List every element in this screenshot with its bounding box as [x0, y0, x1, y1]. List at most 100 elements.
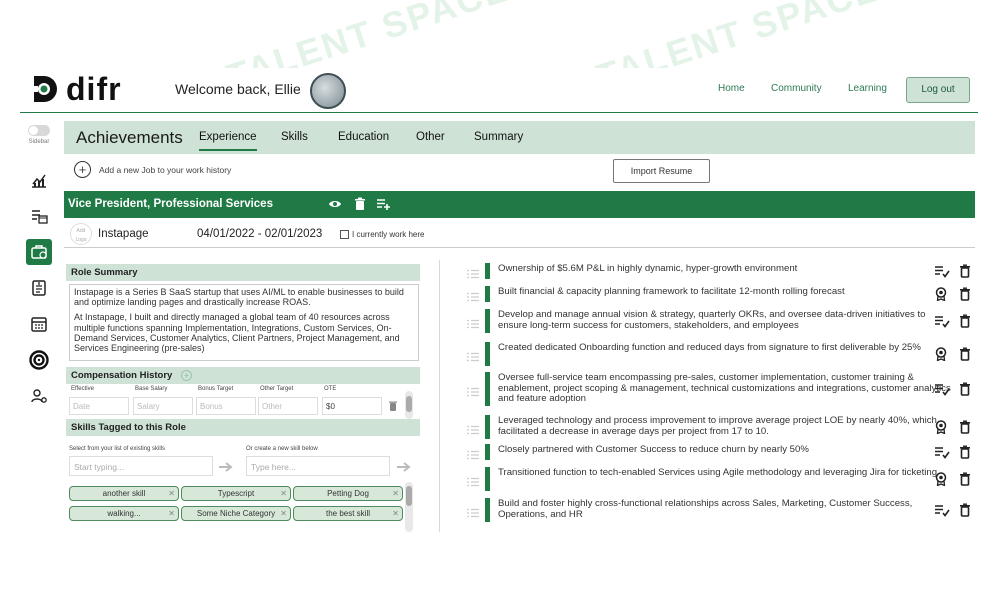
achievement-text[interactable]: Build and foster highly cross-functional…: [498, 498, 951, 520]
job-dates[interactable]: 04/01/2022 - 02/01/2023: [197, 228, 322, 240]
effective-date-input[interactable]: Date: [69, 397, 129, 415]
other-target-input[interactable]: Other: [258, 397, 318, 415]
award-icon[interactable]: [934, 420, 950, 435]
list-calendar-icon[interactable]: [26, 203, 52, 229]
trash-icon[interactable]: [388, 399, 398, 411]
trash-icon[interactable]: [959, 420, 971, 434]
award-icon[interactable]: [934, 287, 950, 302]
add-compensation-icon[interactable]: +: [181, 369, 192, 381]
close-icon[interactable]: ✕: [392, 507, 399, 520]
nav-community[interactable]: Community: [771, 83, 822, 94]
drag-handle-icon[interactable]: [467, 447, 479, 460]
logo[interactable]: difr: [30, 71, 122, 107]
column-divider: [439, 260, 440, 532]
add-icon[interactable]: +: [74, 161, 91, 178]
tab-education[interactable]: Education: [338, 131, 389, 143]
role-summary-textarea[interactable]: Instapage is a Series B SaaS startup tha…: [69, 284, 419, 361]
skill-chip[interactable]: another skill ✕: [69, 486, 179, 501]
skill-search-input[interactable]: Start typing...: [69, 456, 213, 476]
briefcase-icon[interactable]: [26, 239, 52, 265]
trash-icon[interactable]: [353, 197, 367, 211]
ote-label: OTE: [324, 386, 337, 392]
resume-icon[interactable]: [26, 275, 52, 301]
checkbox[interactable]: [340, 230, 349, 239]
skill-chip-label: Some Niche Category: [196, 509, 276, 518]
base-salary-input[interactable]: Salary: [133, 397, 193, 415]
checklist-icon[interactable]: [934, 445, 950, 459]
achievement-text[interactable]: Ownership of $5.6M P&L in highly dynamic…: [498, 263, 951, 275]
achievement-text[interactable]: Created dedicated Onboarding function an…: [498, 342, 951, 354]
tab-summary[interactable]: Summary: [474, 131, 523, 143]
tab-other[interactable]: Other: [416, 131, 445, 143]
drag-handle-icon[interactable]: [467, 422, 479, 435]
nav-home[interactable]: Home: [718, 83, 745, 94]
avatar[interactable]: [310, 73, 346, 109]
award-icon[interactable]: [934, 347, 950, 362]
skill-chip[interactable]: Some Niche Category ✕: [181, 506, 291, 521]
submit-arrow-icon[interactable]: [396, 460, 412, 472]
top-nav: difr Welcome back, Ellie Home Community …: [20, 68, 978, 113]
checklist-icon[interactable]: [934, 264, 950, 278]
current-job-checkbox[interactable]: I currently work here: [340, 230, 424, 239]
skill-chip[interactable]: Petting Dog ✕: [293, 486, 403, 501]
skill-chip-label: Typescript: [217, 489, 255, 498]
logout-button[interactable]: Log out: [906, 77, 970, 103]
skill-chip[interactable]: Typescript ✕: [181, 486, 291, 501]
drag-handle-icon[interactable]: [467, 349, 479, 362]
drag-handle-icon[interactable]: [467, 505, 479, 518]
close-icon[interactable]: ✕: [392, 487, 399, 500]
skill-chip[interactable]: walking... ✕: [69, 506, 179, 521]
trash-icon[interactable]: [959, 472, 971, 486]
drag-handle-icon[interactable]: [467, 289, 479, 302]
close-icon[interactable]: ✕: [168, 507, 175, 520]
compensation-scrollbar[interactable]: [405, 391, 413, 419]
drag-handle-icon[interactable]: [467, 316, 479, 329]
close-icon[interactable]: ✕: [168, 487, 175, 500]
drag-handle-icon[interactable]: [467, 474, 479, 487]
user-settings-icon[interactable]: [26, 383, 52, 409]
add-logo-button[interactable]: Add Logo: [70, 223, 92, 245]
trash-icon[interactable]: [959, 347, 971, 361]
achievement-text[interactable]: Oversee full-service team encompassing p…: [498, 372, 951, 405]
skills-scrollbar[interactable]: [405, 482, 413, 532]
achievement-text[interactable]: Closely partnered with Customer Success …: [498, 444, 951, 456]
job-header: Vice President, Professional Services: [64, 191, 975, 218]
new-skill-input[interactable]: Type here...: [246, 456, 390, 476]
skill-chip[interactable]: the best skill ✕: [293, 506, 403, 521]
trash-icon[interactable]: [959, 264, 971, 278]
award-icon[interactable]: [934, 472, 950, 487]
trash-icon[interactable]: [959, 287, 971, 301]
company-name[interactable]: Instapage: [98, 228, 149, 240]
drag-handle-icon[interactable]: [467, 384, 479, 397]
drag-handle-icon[interactable]: [467, 266, 479, 279]
checklist-icon[interactable]: [934, 503, 950, 517]
submit-arrow-icon[interactable]: [218, 460, 234, 472]
tab-experience[interactable]: Experience: [199, 131, 257, 151]
trash-icon[interactable]: [959, 503, 971, 517]
checklist-icon[interactable]: [934, 314, 950, 328]
target-icon[interactable]: [26, 347, 52, 373]
nav-learning[interactable]: Learning: [848, 83, 887, 94]
add-job-row[interactable]: + Add a new Job to your work history: [74, 161, 231, 178]
chart-icon[interactable]: [26, 167, 52, 193]
achievement-text[interactable]: Leveraged technology and process improve…: [498, 415, 951, 437]
sidebar-toggle[interactable]: [28, 125, 50, 136]
eye-icon[interactable]: [328, 197, 342, 211]
calendar-icon[interactable]: [26, 311, 52, 337]
add-job-text: Add a new Job to your work history: [99, 164, 232, 175]
close-icon[interactable]: ✕: [280, 507, 287, 520]
achievement-text[interactable]: Develop and manage annual vision & strat…: [498, 309, 951, 331]
checklist-icon[interactable]: [934, 382, 950, 396]
bonus-target-input[interactable]: Bonus: [196, 397, 256, 415]
achievement-text[interactable]: Transitioned function to tech-enabled Se…: [498, 467, 951, 479]
achievement-text[interactable]: Built financial & capacity planning fram…: [498, 286, 951, 298]
import-resume-button[interactable]: Import Resume: [613, 159, 710, 183]
trash-icon[interactable]: [959, 445, 971, 459]
page-title: Achievements: [76, 128, 183, 147]
close-icon[interactable]: ✕: [280, 487, 287, 500]
achievement-marker: [485, 467, 490, 491]
trash-icon[interactable]: [959, 314, 971, 328]
trash-icon[interactable]: [959, 382, 971, 396]
tab-skills[interactable]: Skills: [281, 131, 308, 143]
add-list-icon[interactable]: [376, 197, 390, 211]
